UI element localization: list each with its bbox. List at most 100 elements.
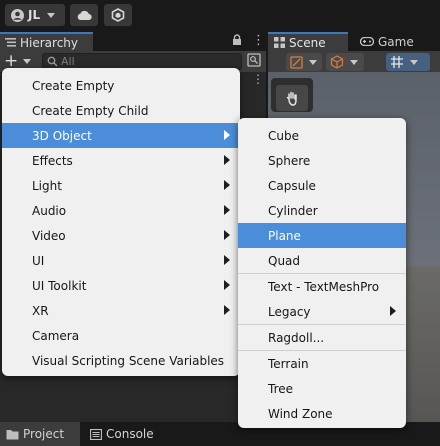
chevron-down-icon [309,59,317,65]
menu-item-text-textmeshpro[interactable]: Text - TextMeshPro [238,274,406,299]
menu-item-3d-object[interactable]: 3D Object [2,123,240,148]
menu-item-visual-scripting-scene-variables[interactable]: Visual Scripting Scene Variables [2,348,240,373]
more-options-icon[interactable]: ⋮ [252,33,265,48]
tab-project[interactable]: Project [0,422,80,446]
menu-item-label: Effects [32,153,73,168]
tab-game[interactable]: Game [354,32,440,51]
lock-icon[interactable] [232,34,242,46]
menu-item-label: Wind Zone [268,406,333,421]
menu-item-label: 3D Object [32,128,92,143]
tab-game-label: Game [378,34,414,49]
folder-icon [6,429,19,439]
chevron-down-icon [350,59,358,65]
menu-item-ragdoll[interactable]: Ragdoll... [238,325,406,350]
tool-palette [271,78,313,112]
menu-item-cube[interactable]: Cube [238,123,406,148]
scene-toolbar [268,51,440,72]
menu-item-label: Visual Scripting Scene Variables [32,353,225,368]
chevron-down-icon [410,59,418,65]
menu-item-wind-zone[interactable]: Wind Zone [238,401,406,426]
submenu-arrow-icon [224,180,230,190]
grid-snap-icon [391,56,403,68]
main-toolbar: JL [0,0,440,32]
menu-item-plane[interactable]: Plane [238,223,406,248]
menu-item-audio[interactable]: Audio [2,198,240,223]
gamepad-icon [360,37,374,46]
menu-item-light[interactable]: Light [2,173,240,198]
menu-item-ui[interactable]: UI [2,248,240,273]
submenu-arrow-icon [224,255,230,265]
menu-item-video[interactable]: Video [2,223,240,248]
menu-item-xr[interactable]: XR [2,298,240,323]
account-label: JL [28,8,41,22]
tab-hierarchy-label: Hierarchy [20,35,79,50]
menu-item-label: Sphere [268,153,311,168]
list-icon [5,38,16,47]
search-filter-icon[interactable] [247,53,261,67]
grid-snap-toggle[interactable] [386,53,430,71]
scene-options-icon[interactable]: ⋮ [252,72,264,86]
draw-mode-dropdown[interactable] [326,53,364,71]
menu-item-label: Light [32,178,62,193]
hand-tool-button[interactable] [276,85,308,111]
menu-item-label: Plane [268,228,301,243]
menu-item-capsule[interactable]: Capsule [238,173,406,198]
console-icon [90,428,102,440]
gizmo-icon [290,55,303,69]
menu-item-legacy[interactable]: Legacy [238,299,406,324]
menu-item-label: Audio [32,203,67,218]
menu-item-label: Ragdoll... [268,330,325,345]
submenu-arrow-icon [224,130,230,140]
chevron-down-icon [23,59,32,64]
menu-item-label: Create Empty [32,78,115,93]
menu-item-label: Quad [268,253,301,268]
tab-console[interactable]: Console [84,422,164,446]
menu-item-ui-toolkit[interactable]: UI Toolkit [2,273,240,298]
cloud-button[interactable] [70,4,98,26]
submenu-arrow-icon [224,155,230,165]
cloud-icon [77,10,92,20]
menu-item-label: Create Empty Child [32,103,149,118]
search-input[interactable] [61,54,239,69]
submenu-arrow-icon [224,280,230,290]
menu-item-quad[interactable]: Quad [238,248,406,273]
tab-scene-label: Scene [289,35,326,50]
menu-item-create-empty-child[interactable]: Create Empty Child [2,98,240,123]
grid-icon [274,37,285,48]
menu-item-label: UI Toolkit [32,278,87,293]
menu-item-camera[interactable]: Camera [2,323,240,348]
chevron-down-icon [47,12,56,18]
collab-button[interactable] [104,4,132,26]
cube-icon [330,55,344,69]
account-dropdown[interactable]: JL [5,4,65,26]
menu-item-label: Cylinder [268,203,318,218]
menu-item-label: UI [32,253,45,268]
menu-item-tree[interactable]: Tree [238,376,406,401]
menu-item-label: Terrain [268,356,309,371]
menu-item-label: Text - TextMeshPro [268,279,380,294]
menu-item-terrain[interactable]: Terrain [238,351,406,376]
menu-item-label: Legacy [268,304,311,319]
submenu-arrow-icon [224,205,230,215]
gizmo-dropdown[interactable] [286,53,322,71]
menu-item-label: Cube [268,128,299,143]
tab-scene[interactable]: Scene [268,32,348,51]
submenu-arrow-icon [224,305,230,315]
3d-object-submenu: Cube Sphere Capsule Cylinder Plane Quad … [238,118,406,428]
submenu-arrow-icon [390,306,396,316]
search-icon [47,56,58,67]
menu-item-sphere[interactable]: Sphere [238,148,406,173]
menu-item-label: XR [32,303,49,318]
hand-icon [286,91,297,106]
menu-item-cylinder[interactable]: Cylinder [238,198,406,223]
tab-project-label: Project [23,427,65,441]
submenu-arrow-icon [224,230,230,240]
menu-item-label: Capsule [268,178,316,193]
collab-hexagon-icon [111,8,125,22]
tab-hierarchy[interactable]: Hierarchy [0,32,93,51]
menu-item-label: Tree [268,381,294,396]
scene-tab-bar: Scene Game [268,32,440,51]
menu-item-create-empty[interactable]: Create Empty [2,73,240,98]
menu-item-effects[interactable]: Effects [2,148,240,173]
hierarchy-tab-bar: Hierarchy ⋮ [0,32,266,51]
